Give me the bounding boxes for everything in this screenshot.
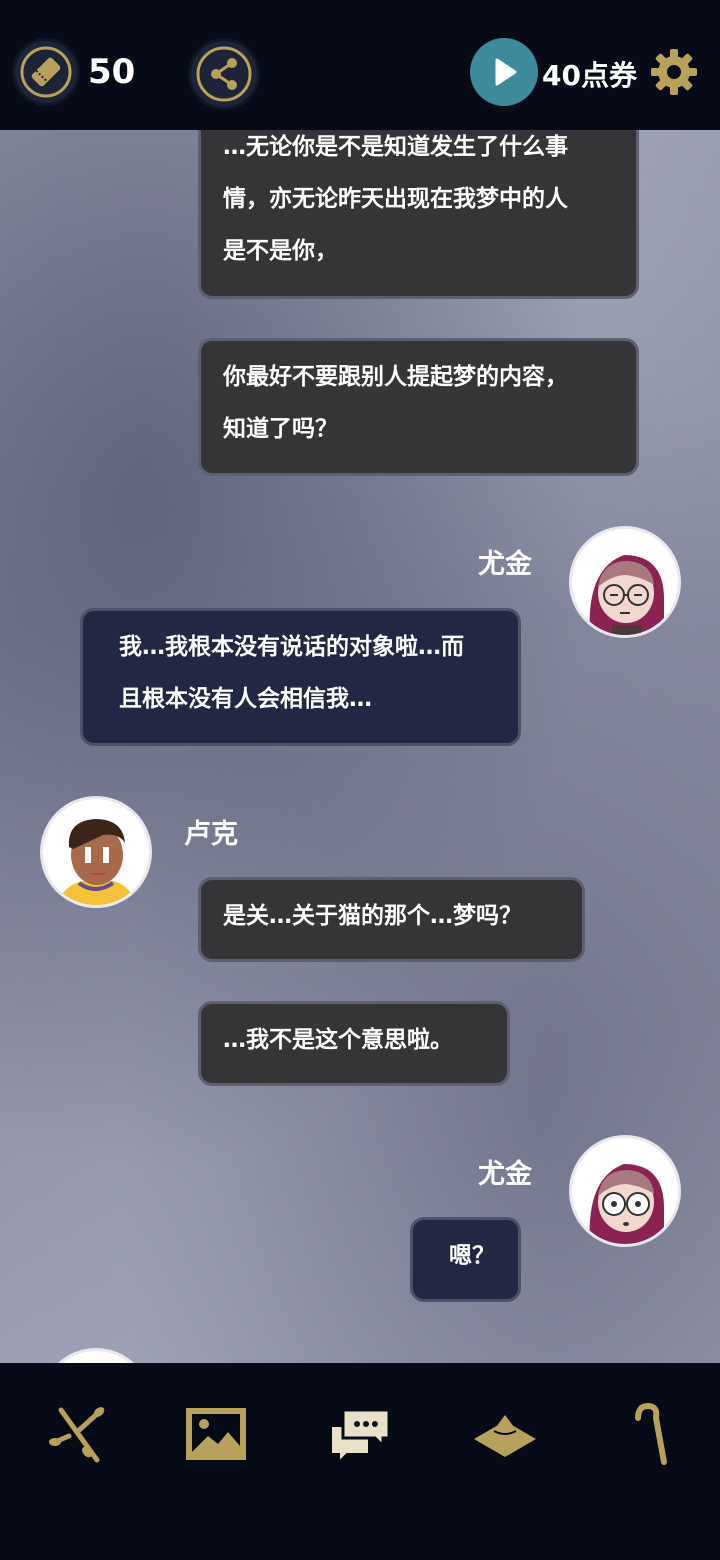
chat-bubble: 是关…关于猫的那个…梦吗？: [198, 877, 585, 962]
avatar[interactable]: [569, 1135, 681, 1247]
nav-cane[interactable]: [614, 1399, 684, 1469]
bottom-nav: [0, 1363, 720, 1560]
avatar[interactable]: [569, 526, 681, 638]
settings-button[interactable]: [650, 48, 698, 96]
message-line: 你最好不要跟别人提起梦的内容，: [223, 364, 568, 390]
speaker-name: 卢克: [184, 819, 238, 850]
gear-icon: [651, 49, 697, 95]
message-line: 嗯？: [449, 1243, 495, 1269]
watch-ad-button[interactable]: [470, 38, 538, 106]
luke-portrait: [57, 819, 135, 905]
avatar[interactable]: [40, 1348, 152, 1363]
chat-bubble: 你最好不要跟别人提起梦的内容， 知道了吗？: [198, 338, 639, 476]
cane-icon: [635, 1402, 667, 1465]
chat-bubble: …无论你是不是知道发生了什么事 情，亦无论昨天出现在我梦中的人 是不是你，: [198, 130, 639, 299]
eugene-portrait: [589, 1164, 664, 1244]
ticket-count: 50: [88, 52, 136, 92]
message-line: 知道了吗？: [223, 416, 338, 442]
nav-gallery[interactable]: [181, 1399, 251, 1469]
nav-branch[interactable]: [44, 1399, 114, 1469]
speaker-name: 尤金: [478, 1159, 532, 1190]
share-icon: [196, 46, 252, 102]
message-line: 情，亦无论昨天出现在我梦中的人: [223, 186, 568, 212]
ticket-icon: [20, 46, 72, 98]
message-line: 是关…关于猫的那个…梦吗？: [223, 903, 522, 929]
message-line: 是不是你，: [223, 238, 338, 264]
message-line: 且根本没有人会相信我…: [119, 686, 372, 712]
chat-bubble: 我…我根本没有说话的对象啦…而 且根本没有人会相信我…: [80, 608, 521, 746]
chat-bubble: 嗯？: [410, 1217, 521, 1302]
hat-icon: [474, 1415, 536, 1457]
nav-chat[interactable]: [325, 1399, 395, 1469]
nav-items[interactable]: [470, 1399, 540, 1469]
eugene-portrait: [589, 555, 664, 635]
top-bar: 50 40点券: [0, 0, 720, 130]
chat-icon: [330, 1408, 391, 1462]
message-line: …无论你是不是知道发生了什么事: [223, 134, 568, 160]
image-icon: [186, 1408, 246, 1460]
chat-area[interactable]: …无论你是不是知道发生了什么事 情，亦无论昨天出现在我梦中的人 是不是你， 你最…: [0, 130, 720, 1363]
chat-bubble: …我不是这个意思啦。: [198, 1001, 510, 1086]
play-icon: [495, 58, 517, 86]
message-line: …我不是这个意思啦。: [223, 1027, 453, 1053]
message-line: 我…我根本没有说话的对象啦…而: [119, 634, 464, 660]
speaker-name: 尤金: [478, 549, 532, 580]
points-label: 40点券: [542, 59, 637, 92]
avatar[interactable]: [40, 796, 152, 908]
ticket-button[interactable]: [12, 38, 80, 106]
share-button[interactable]: [188, 38, 260, 110]
branch-icon: [49, 1407, 105, 1463]
luke-portrait: [43, 1351, 149, 1363]
